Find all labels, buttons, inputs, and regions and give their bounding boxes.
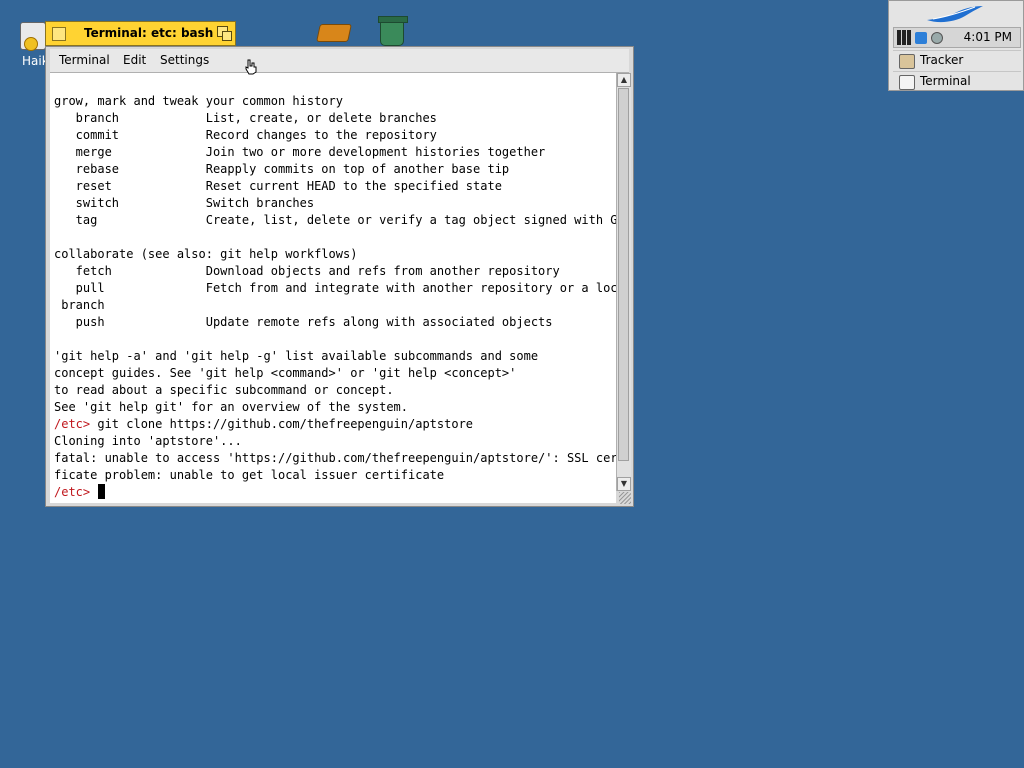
scroll-up-arrow-icon[interactable]: ▲ — [617, 73, 631, 87]
terminal-line: /etc> — [54, 484, 106, 501]
cpu-monitor-icon[interactable] — [897, 30, 901, 45]
cpu-monitor-icon — [907, 30, 911, 45]
terminal-line: Cloning into 'aptstore'... — [54, 434, 242, 448]
shell-prompt: /etc> — [54, 417, 91, 431]
window-title: Terminal: etc: bash — [84, 26, 214, 40]
terminal-line: fatal: unable to access 'https://github.… — [54, 451, 616, 465]
terminal-line: 'git help -a' and 'git help -g' list ava… — [54, 349, 539, 363]
cpu-monitor-icon — [902, 30, 906, 45]
volume-icon[interactable] — [931, 32, 943, 44]
books-desktop-icon[interactable] — [316, 24, 352, 46]
terminal-app-icon — [899, 75, 915, 90]
menu-settings[interactable]: Settings — [160, 53, 209, 67]
deskbar: 4:01 PM Tracker Terminal — [888, 0, 1024, 91]
trash-icon — [378, 16, 408, 46]
books-icon — [316, 24, 352, 42]
terminal-output[interactable]: grow, mark and tweak your common history… — [50, 73, 616, 503]
terminal-line: See 'git help git' for an overview of th… — [54, 400, 409, 414]
terminal-line: fetch Download objects and refs from ano… — [54, 264, 560, 278]
text-cursor — [98, 484, 106, 499]
zoom-icon[interactable] — [217, 26, 232, 41]
system-tray: 4:01 PM — [893, 27, 1021, 48]
clock[interactable]: 4:01 PM — [964, 30, 1012, 44]
terminal-line: rebase Reapply commits on top of another… — [54, 162, 510, 176]
terminal-line: reset Reset current HEAD to the specifie… — [54, 179, 502, 193]
terminal-line: branch — [54, 298, 105, 312]
deskbar-item-terminal[interactable]: Terminal — [893, 71, 1021, 92]
shell-prompt: /etc> — [54, 485, 91, 499]
terminal-line: merge Join two or more development histo… — [54, 145, 546, 159]
terminal-line: grow, mark and tweak your common history — [54, 94, 343, 108]
terminal-line: ficate problem: unable to get local issu… — [54, 468, 445, 482]
vertical-scrollbar[interactable]: ▲ ▼ — [616, 73, 631, 491]
trash-desktop-icon[interactable] — [378, 16, 410, 48]
resize-grip-icon[interactable] — [619, 492, 631, 504]
tray-icons — [897, 30, 953, 45]
menu-bar: Terminal Edit Settings — [50, 49, 629, 73]
terminal-line: to read about a specific subcommand or c… — [54, 383, 394, 397]
command-text: git clone https://github.com/thefreepeng… — [90, 417, 474, 431]
terminal-line: pull Fetch from and integrate with anoth… — [54, 281, 616, 295]
menu-edit[interactable]: Edit — [123, 53, 146, 67]
terminal-line: branch List, create, or delete branches — [54, 111, 437, 125]
hand-cursor-icon — [245, 59, 257, 75]
terminal-line: push Update remote refs along with assoc… — [54, 315, 553, 329]
network-icon[interactable] — [915, 32, 927, 44]
terminal-line: commit Record changes to the repository — [54, 128, 437, 142]
close-icon[interactable] — [52, 27, 66, 41]
terminal-window: Terminal Edit Settings grow, mark and tw… — [45, 46, 634, 507]
deskbar-item-tracker[interactable]: Tracker — [893, 50, 1021, 71]
terminal-line: tag Create, list, delete or verify a tag… — [54, 213, 616, 227]
menu-terminal[interactable]: Terminal — [59, 53, 110, 67]
window-title-tab[interactable]: Terminal: etc: bash — [45, 21, 236, 46]
haiku-home-icon — [20, 22, 46, 51]
scroll-down-arrow-icon[interactable]: ▼ — [617, 477, 631, 491]
terminal-line: concept guides. See 'git help <command>'… — [54, 366, 517, 380]
terminal-line: collaborate (see also: git help workflow… — [54, 247, 358, 261]
scrollbar-thumb[interactable] — [618, 88, 629, 461]
terminal-line: switch Switch branches — [54, 196, 315, 210]
haiku-leaf-logo-icon[interactable] — [925, 4, 985, 26]
deskbar-item-label: Tracker — [920, 53, 964, 67]
deskbar-item-label: Terminal — [920, 74, 971, 88]
tracker-icon — [899, 54, 915, 69]
command-text — [90, 485, 97, 499]
terminal-line: /etc> git clone https://github.com/thefr… — [54, 416, 473, 433]
